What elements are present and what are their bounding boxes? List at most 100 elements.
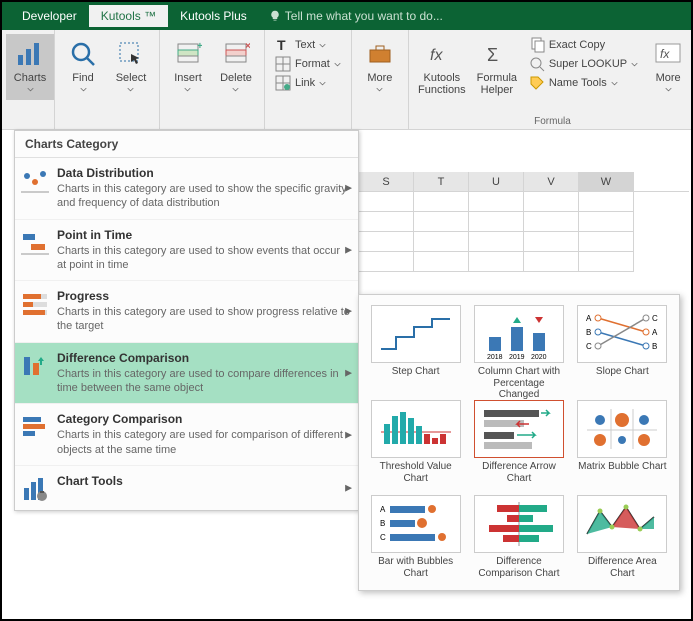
- gallery-bar-bubbles[interactable]: ABC Bar with Bubbles Chart: [365, 491, 466, 584]
- diff-arrow-icon: [479, 404, 559, 454]
- lookup-icon: [529, 56, 545, 72]
- svg-text:fx: fx: [660, 47, 670, 61]
- col-header[interactable]: S: [359, 172, 414, 191]
- difference-icon: [21, 353, 49, 379]
- gallery-diff-comparison[interactable]: Difference Comparison Chart: [468, 491, 569, 584]
- bar-chart-icon: [14, 38, 46, 70]
- threshold-icon: [376, 404, 456, 454]
- tab-developer[interactable]: Developer: [10, 5, 89, 27]
- ribbon-more[interactable]: More: [356, 34, 404, 100]
- charts-category-dropdown: Charts Category Data DistributionCharts …: [14, 130, 359, 511]
- svg-text:A: A: [586, 314, 592, 323]
- ribbon-link[interactable]: Link: [271, 74, 345, 92]
- link-icon: [275, 75, 291, 91]
- ribbon-charts[interactable]: Charts: [6, 34, 54, 100]
- group-label-formula: Formula: [409, 116, 693, 127]
- ribbon-super-lookup[interactable]: Super LOOKUP: [525, 55, 642, 73]
- ribbon-more-formula[interactable]: fx More: [644, 34, 692, 113]
- svg-text:B: B: [380, 519, 385, 528]
- text-icon: T: [275, 37, 291, 53]
- toolbox-icon: [364, 38, 396, 70]
- svg-text:T: T: [277, 37, 286, 53]
- tab-kutools[interactable]: Kutools ™: [89, 5, 168, 27]
- ribbon-kutools-functions[interactable]: fx Kutools Functions: [413, 34, 471, 113]
- svg-text:C: C: [652, 314, 658, 323]
- ribbon-formula-helper[interactable]: Σ Formula Helper: [471, 34, 523, 113]
- category-category-comparison[interactable]: Category ComparisonCharts in this catego…: [15, 404, 358, 466]
- titlebar: Developer Kutools ™ Kutools Plus Tell me…: [2, 2, 691, 30]
- ribbon-select[interactable]: Select: [107, 34, 155, 129]
- svg-text:+: +: [197, 41, 202, 52]
- svg-text:2018: 2018: [487, 354, 503, 359]
- svg-text:B: B: [652, 342, 657, 351]
- chevron-right-icon: ▶: [345, 244, 352, 255]
- step-chart-icon: [376, 309, 456, 359]
- fx-box-icon: fx: [652, 38, 684, 70]
- category-chart-tools[interactable]: Chart Tools ▶: [15, 466, 358, 510]
- svg-text:C: C: [380, 533, 386, 542]
- category-compare-icon: [21, 414, 49, 440]
- col-header[interactable]: W: [579, 172, 634, 191]
- svg-text:Σ: Σ: [487, 45, 498, 65]
- spreadsheet-grid[interactable]: S T U V W: [359, 172, 689, 282]
- diff-area-icon: [582, 499, 662, 549]
- ribbon-text[interactable]: TText: [271, 36, 345, 54]
- ribbon-delete[interactable]: × Delete: [212, 34, 260, 129]
- category-progress[interactable]: ProgressCharts in this category are used…: [15, 281, 358, 343]
- ribbon-name-tools[interactable]: Name Tools: [525, 74, 642, 92]
- grid-icon: [275, 56, 291, 72]
- chevron-right-icon: ▶: [345, 429, 352, 440]
- diff-comp-icon: [479, 499, 559, 549]
- ribbon-insert[interactable]: + Insert: [164, 34, 212, 129]
- gallery-slope-chart[interactable]: ABCCAB Slope Chart: [572, 301, 673, 394]
- matrix-bubble-icon: [582, 404, 662, 454]
- svg-text:A: A: [380, 505, 386, 514]
- ribbon-format[interactable]: Format: [271, 55, 345, 73]
- magnifier-icon: [67, 38, 99, 70]
- col-header[interactable]: U: [469, 172, 524, 191]
- gallery-column-percentage[interactable]: 201820192020 Column Chart with Percentag…: [468, 301, 569, 394]
- tab-kutools-plus[interactable]: Kutools Plus: [168, 5, 259, 27]
- col-header[interactable]: V: [524, 172, 579, 191]
- chevron-right-icon: ▶: [345, 183, 352, 194]
- svg-text:2019: 2019: [509, 354, 525, 359]
- svg-text:A: A: [652, 328, 658, 337]
- chevron-right-icon: ▶: [345, 306, 352, 317]
- lightbulb-icon: [269, 10, 281, 22]
- tell-me-search[interactable]: Tell me what you want to do...: [269, 9, 443, 23]
- chevron-down-icon: [27, 86, 34, 93]
- copy-icon: [529, 37, 545, 53]
- gallery-difference-arrow[interactable]: Difference Arrow Chart: [468, 396, 569, 489]
- chevron-right-icon: ▶: [345, 482, 352, 493]
- chart-tools-icon: [21, 476, 49, 502]
- column-pct-icon: 201820192020: [479, 309, 559, 359]
- slope-chart-icon: ABCCAB: [582, 309, 662, 359]
- svg-text:C: C: [586, 342, 592, 351]
- gallery-step-chart[interactable]: Step Chart: [365, 301, 466, 394]
- timeline-icon: [21, 230, 49, 256]
- progress-icon: [21, 291, 49, 317]
- svg-text:×: ×: [245, 41, 250, 52]
- bar-bubbles-icon: ABC: [376, 499, 456, 549]
- dropdown-header: Charts Category: [15, 131, 358, 158]
- tag-icon: [529, 75, 545, 91]
- cursor-select-icon: [115, 38, 147, 70]
- chevron-right-icon: ▶: [345, 368, 352, 379]
- gallery-threshold-chart[interactable]: Threshold Value Chart: [365, 396, 466, 489]
- ribbon: Charts Find Select + Insert × Delete TTe…: [2, 30, 691, 130]
- category-point-in-time[interactable]: Point in TimeCharts in this category are…: [15, 220, 358, 282]
- category-difference-comparison[interactable]: Difference ComparisonCharts in this cate…: [15, 343, 358, 405]
- ribbon-exact-copy[interactable]: Exact Copy: [525, 36, 642, 54]
- category-data-distribution[interactable]: Data DistributionCharts in this category…: [15, 158, 358, 220]
- chart-gallery: Step Chart 201820192020 Column Chart wit…: [358, 294, 680, 591]
- fx-icon: fx: [426, 38, 458, 70]
- sigma-icon: Σ: [481, 38, 513, 70]
- gallery-matrix-bubble[interactable]: Matrix Bubble Chart: [572, 396, 673, 489]
- gallery-diff-area[interactable]: Difference Area Chart: [572, 491, 673, 584]
- ribbon-find[interactable]: Find: [59, 34, 107, 129]
- insert-rows-icon: +: [172, 38, 204, 70]
- col-header[interactable]: T: [414, 172, 469, 191]
- svg-text:B: B: [586, 328, 591, 337]
- distribution-icon: [21, 168, 49, 194]
- delete-rows-icon: ×: [220, 38, 252, 70]
